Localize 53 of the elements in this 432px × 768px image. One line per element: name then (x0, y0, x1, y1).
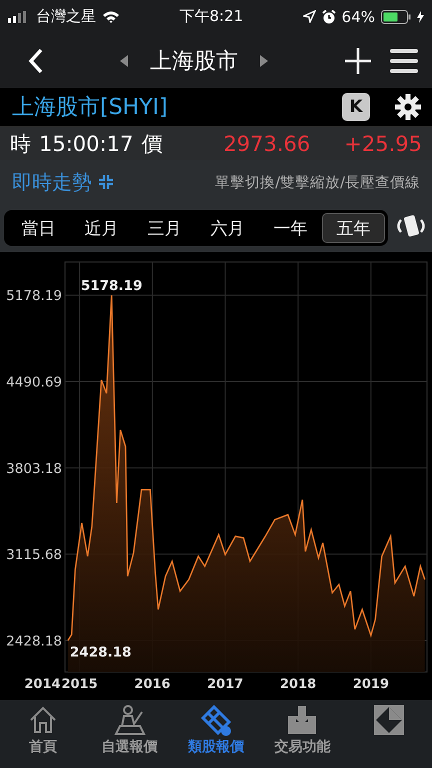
quote-time: 15:00:17 (39, 132, 134, 156)
diamond-square-icon (372, 704, 405, 736)
trend-title: 即時走勢 (12, 168, 92, 196)
axis-label: 4490.69 (6, 374, 62, 391)
charging-bolt-icon (417, 10, 424, 23)
axis-label: 2014 (24, 677, 61, 692)
tab-bar-item[interactable]: 交易功能 (259, 700, 346, 768)
k-line-button[interactable]: K (342, 92, 370, 121)
nav-title: 上海股市 (150, 48, 238, 76)
axis-label: 2017 (207, 677, 244, 692)
film-strip-icon (200, 704, 232, 736)
period-tab[interactable]: 五年 (322, 213, 385, 244)
period-tab[interactable]: 一年 (259, 213, 322, 244)
period-tab[interactable]: 六月 (196, 213, 259, 244)
back-chevron-icon[interactable] (28, 48, 44, 74)
period-tab[interactable]: 三月 (133, 213, 196, 244)
location-arrow-icon (302, 10, 316, 24)
period-tab[interactable]: 近月 (70, 213, 133, 244)
right-arrow-icon[interactable] (260, 54, 268, 67)
axis-label: 5178.19 (6, 288, 62, 304)
collapse-icon[interactable] (98, 174, 114, 190)
axis-label: 2015 (61, 677, 98, 692)
value-label: 5178.19 (80, 278, 142, 294)
last-price: 2973.66 (223, 132, 310, 156)
carrier-name: 台灣之星 (36, 7, 96, 26)
axis-label: 2016 (134, 677, 170, 692)
period-tab[interactable]: 當日 (7, 213, 70, 244)
price-label: 價 (141, 130, 162, 158)
download-tray-icon (286, 704, 318, 736)
axis-label: 2018 (280, 677, 316, 692)
hint-text: 單擊切換/雙擊縮放/長壓查價線 (215, 174, 420, 192)
wifi-icon (102, 10, 120, 24)
tab-bar-item[interactable]: 自選報價 (86, 700, 173, 768)
battery-icon (381, 10, 411, 24)
clock-time: 下午8:21 (179, 7, 244, 26)
price-change: +25.95 (344, 132, 422, 156)
settings-icon[interactable] (394, 92, 422, 121)
time-label: 時 (10, 130, 31, 158)
axis-label: 2019 (352, 677, 389, 692)
tab-bar-item[interactable]: 類股報價 (172, 700, 260, 768)
menu-icon[interactable] (390, 48, 418, 74)
person-chart-icon (114, 704, 146, 736)
axis-label: 3115.68 (6, 547, 62, 564)
stock-name: 上海股市[SHYI] (12, 94, 169, 122)
rotate-phone-icon[interactable] (394, 214, 428, 238)
value-label: 2428.18 (70, 644, 132, 661)
alarm-clock-icon (322, 10, 336, 24)
axis-label: 2428.18 (6, 634, 62, 650)
battery-percent: 64% (342, 8, 375, 26)
plus-icon[interactable] (344, 46, 372, 75)
axis-label: 3803.18 (6, 461, 62, 478)
tab-bar-item[interactable]: 首頁 (0, 700, 86, 768)
left-arrow-icon[interactable] (120, 54, 128, 67)
